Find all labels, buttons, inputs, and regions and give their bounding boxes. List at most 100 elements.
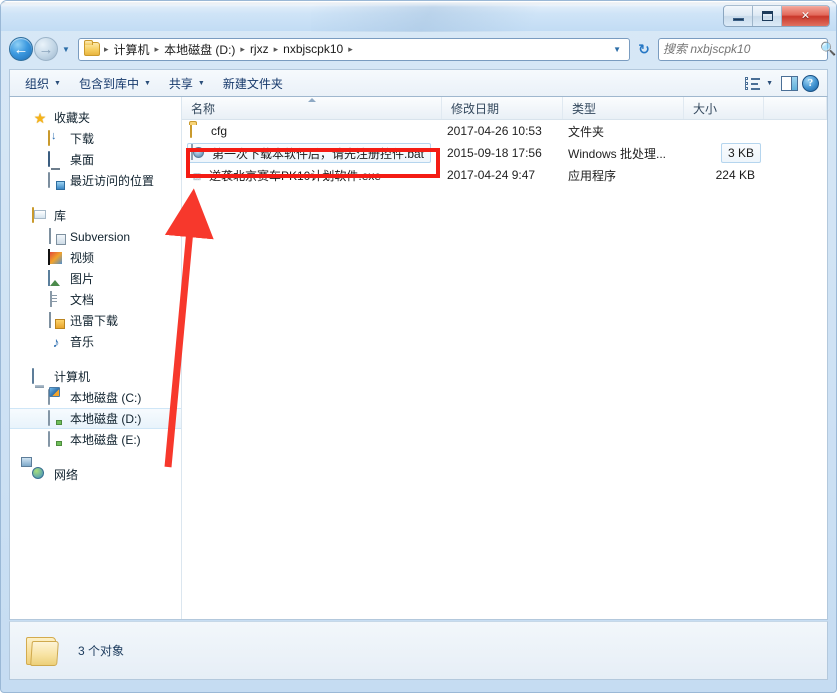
sidebar-item-music[interactable]: ♪ 音乐 — [10, 331, 181, 352]
column-header-type[interactable]: 类型 — [563, 97, 684, 119]
address-bar: ← → ▼ ▸ 计算机 ▸ 本地磁盘 (D:) ▸ rjxz ▸ nxbjscp… — [1, 31, 836, 67]
sidebar-label-xunlei-downloads: 迅雷下载 — [70, 314, 119, 328]
share-button[interactable]: 共享 ▼ — [160, 72, 214, 95]
sidebar-item-desktop[interactable]: 桌面 — [10, 149, 181, 170]
maximize-button[interactable] — [753, 6, 782, 26]
sidebar-item-favorites[interactable]: ★ 收藏夹 — [10, 107, 181, 128]
refresh-button[interactable]: ↻ — [633, 38, 655, 60]
music-icon: ♪ — [52, 333, 60, 350]
column-header-type-label: 类型 — [572, 101, 597, 116]
sidebar-label-music: 音乐 — [70, 335, 95, 349]
folder-icon — [84, 40, 100, 56]
sidebar-item-libraries[interactable]: 库 — [10, 205, 181, 226]
table-row[interactable]: ▧ 逆袭北京赛车PK10计划软件.exe 2017-04-24 9:47 应用程… — [182, 164, 827, 186]
search-icon[interactable]: 🔍 — [820, 41, 836, 57]
chevron-down-icon: ▼ — [197, 79, 205, 87]
folder-icon — [24, 634, 62, 668]
desktop-icon — [48, 150, 50, 167]
command-bar-right: ▼ ? — [745, 74, 821, 92]
sidebar-item-downloads[interactable]: 下载 — [10, 128, 181, 149]
picture-icon — [48, 269, 50, 286]
sidebar-label-desktop: 桌面 — [70, 153, 95, 167]
change-view-icon[interactable] — [745, 76, 761, 90]
organize-label: 组织 — [25, 76, 50, 91]
title-bar-sheen — [311, 2, 571, 32]
new-folder-label: 新建文件夹 — [222, 76, 283, 91]
nav-group-network: 网络 — [10, 464, 181, 485]
minimize-icon — [732, 17, 744, 21]
search-box[interactable]: 🔍 — [658, 37, 836, 61]
breadcrumb-item-nxbjscpk10[interactable]: nxbjscpk10 — [280, 41, 346, 57]
sidebar-item-drive-e[interactable]: 本地磁盘 (E:) — [10, 429, 181, 450]
table-row[interactable]: 第一次下载本软件后，请先注册控件.bat 2015-09-18 17:56 Wi… — [182, 142, 827, 164]
breadcrumb-separator-4: ▸ — [348, 43, 353, 54]
file-name-cell[interactable]: ▧ 逆袭北京赛车PK10计划软件.exe — [182, 165, 442, 185]
title-bar-top-edge — [1, 2, 836, 5]
sidebar-item-documents[interactable]: 文档 — [10, 289, 181, 310]
sidebar-item-videos[interactable]: 视频 — [10, 247, 181, 268]
file-list-pane[interactable]: 名称 修改日期 类型 大小 cfg 2017-04-26 10:53 文件夹 第… — [182, 97, 827, 619]
file-type-cell: Windows 批处理... — [568, 146, 667, 161]
sidebar-label-videos: 视频 — [70, 251, 95, 265]
sidebar-item-xunlei-downloads[interactable]: 迅雷下载 — [10, 310, 181, 331]
breadcrumb-item-computer[interactable]: 计算机 — [111, 40, 153, 59]
explorer-content: ★ 收藏夹 下载 桌面 最近访问的位置 — [9, 97, 828, 620]
bat-file-icon — [191, 144, 193, 160]
sidebar-label-recent-places: 最近访问的位置 — [70, 174, 155, 188]
column-header-date-label: 修改日期 — [451, 101, 500, 116]
table-row[interactable]: cfg 2017-04-26 10:53 文件夹 — [182, 120, 827, 142]
chevron-down-icon: ▼ — [613, 44, 621, 54]
help-icon[interactable]: ? — [802, 74, 819, 92]
breadcrumb-dropdown-button[interactable]: ▼ — [608, 45, 626, 54]
breadcrumb-separator-2: ▸ — [240, 43, 245, 54]
preview-pane-icon[interactable] — [781, 75, 798, 91]
sidebar-label-drive-c: 本地磁盘 (C:) — [70, 391, 142, 405]
sidebar-item-pictures[interactable]: 图片 — [10, 268, 181, 289]
file-size-label: 224 KB — [715, 168, 755, 182]
breadcrumb-item-rjxz[interactable]: rjxz — [247, 41, 272, 57]
search-input[interactable] — [663, 42, 820, 56]
file-name-label: 逆袭北京赛车PK10计划软件.exe — [209, 168, 382, 183]
navigation-pane[interactable]: ★ 收藏夹 下载 桌面 最近访问的位置 — [10, 97, 182, 619]
file-name-cell[interactable]: 第一次下载本软件后，请先注册控件.bat — [182, 143, 442, 163]
sidebar-label-documents: 文档 — [70, 293, 95, 307]
sidebar-item-computer[interactable]: 计算机 — [10, 366, 181, 387]
recent-locations-button[interactable]: ▼ — [59, 45, 73, 54]
close-icon: × — [801, 8, 810, 24]
new-folder-button[interactable]: 新建文件夹 — [214, 72, 292, 95]
forward-button[interactable]: → — [34, 37, 58, 61]
column-header-name-label: 名称 — [191, 101, 216, 116]
breadcrumb[interactable]: ▸ 计算机 ▸ 本地磁盘 (D:) ▸ rjxz ▸ nxbjscpk10 ▸ … — [78, 37, 630, 61]
breadcrumb-item-drive-d[interactable]: 本地磁盘 (D:) — [161, 40, 238, 59]
sidebar-item-drive-c[interactable]: 本地磁盘 (C:) — [10, 387, 181, 408]
sidebar-label-libraries: 库 — [54, 209, 67, 223]
caption-button-group: × — [723, 5, 830, 27]
file-name-cell[interactable]: cfg — [182, 121, 442, 141]
change-view-dropdown[interactable]: ▼ — [764, 80, 777, 87]
breadcrumb-separator-1: ▸ — [154, 43, 160, 54]
sidebar-label-downloads: 下载 — [70, 132, 95, 146]
organize-button[interactable]: 组织 ▼ — [16, 72, 70, 95]
document-icon — [50, 290, 52, 307]
command-bar: 组织 ▼ 包含到库中 ▼ 共享 ▼ 新建文件夹 ▼ ? — [9, 69, 828, 97]
sidebar-item-network[interactable]: 网络 — [10, 464, 181, 485]
subversion-icon — [49, 227, 51, 244]
back-button[interactable]: ← — [9, 37, 33, 61]
folder-icon — [190, 122, 192, 138]
drive-icon — [48, 430, 50, 447]
forward-arrow-icon: → — [38, 40, 54, 58]
sidebar-item-subversion[interactable]: Subversion — [10, 226, 181, 247]
sidebar-item-recent-places[interactable]: 最近访问的位置 — [10, 170, 181, 191]
close-button[interactable]: × — [782, 6, 829, 26]
file-date-cell: 2015-09-18 17:56 — [447, 146, 542, 160]
include-in-library-button[interactable]: 包含到库中 ▼ — [70, 72, 160, 95]
library-icon — [32, 206, 34, 223]
sidebar-item-drive-d[interactable]: 本地磁盘 (D:) — [10, 408, 181, 429]
item-count-label: 3 个对象 — [78, 644, 125, 658]
column-header-date[interactable]: 修改日期 — [442, 97, 563, 119]
column-header-size-label: 大小 — [693, 101, 718, 116]
column-header-size[interactable]: 大小 — [684, 97, 764, 119]
minimize-button[interactable] — [724, 6, 753, 26]
file-size-cell: 224 KB — [684, 165, 764, 185]
column-header-name[interactable]: 名称 — [182, 97, 442, 119]
